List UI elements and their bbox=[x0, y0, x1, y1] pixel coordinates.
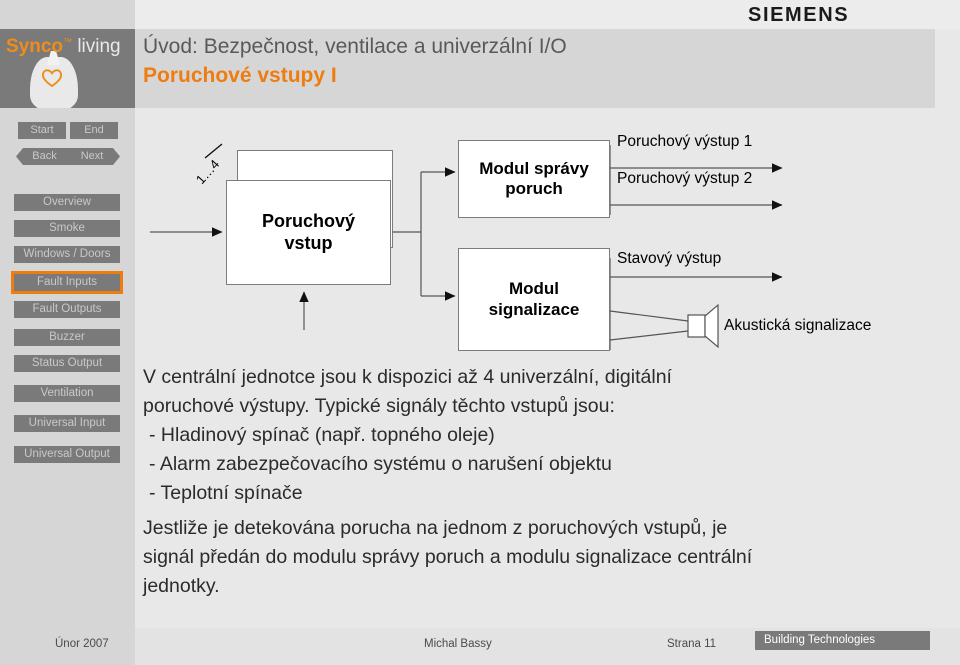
speaker-icon bbox=[687, 303, 719, 349]
siemens-logo: SIEMENS bbox=[748, 4, 850, 26]
footer-page-number: Strana 11 bbox=[667, 638, 717, 650]
sidebar-item-overview[interactable]: Overview bbox=[14, 194, 120, 211]
slide-root: SIEMENS Úvod: Bezpečnost, ventilace a un… bbox=[0, 0, 960, 665]
heart-icon bbox=[41, 69, 63, 88]
sidebar-item-universal-input[interactable]: Universal Input bbox=[14, 415, 120, 432]
living-text: living bbox=[77, 36, 121, 57]
body-p2-line2: signál předán do modulu správy poruch a … bbox=[143, 546, 753, 568]
header-texts: Úvod: Bezpečnost, ventilace a univerzáln… bbox=[143, 33, 923, 91]
nav-end-button[interactable]: End bbox=[70, 122, 118, 139]
sidebar-item-smoke[interactable]: Smoke bbox=[14, 220, 120, 237]
body-p2-line3: jednotky. bbox=[143, 575, 220, 597]
fault-management-module-block: Modul správy poruch bbox=[458, 140, 610, 218]
sidebar-item-windows-doors[interactable]: Windows / Doors bbox=[14, 246, 120, 263]
body-p1-line1: V centrální jednotce jsou k dispozici až… bbox=[143, 366, 672, 388]
synco-living-wordmark: Synco™ living bbox=[6, 36, 121, 58]
status-output-label: Stavový výstup bbox=[617, 250, 722, 267]
nav-start-button[interactable]: Start bbox=[18, 122, 66, 139]
signalling-module-label: Modul signalizace bbox=[488, 279, 580, 319]
body-p1-line2: poruchové výstupy. Typické signály těcht… bbox=[143, 395, 615, 417]
input-block-stack-back bbox=[237, 150, 393, 248]
body-bullet-1: - Hladinový spínač (např. topného oleje) bbox=[149, 424, 495, 446]
nav-back-button[interactable]: Back bbox=[16, 148, 68, 165]
fault-output-2-label: Poruchový výstup 2 bbox=[617, 170, 753, 187]
input-multiplicity-label: 1…4 bbox=[192, 156, 223, 187]
sidebar-item-status-output[interactable]: Status Output bbox=[14, 355, 120, 372]
sidebar-item-ventilation[interactable]: Ventilation bbox=[14, 385, 120, 402]
sidebar: Synco™ living Start End Back Next Overvi… bbox=[0, 0, 135, 628]
acoustic-signal-label: Akustická signalizace bbox=[724, 317, 872, 334]
nav-next-button[interactable]: Next bbox=[68, 148, 120, 165]
sidebar-item-fault-outputs[interactable]: Fault Outputs bbox=[14, 301, 120, 318]
body-bullet-2: - Alarm zabezpečovacího systému o naruše… bbox=[149, 453, 612, 475]
fault-output-1-label: Poruchový výstup 1 bbox=[617, 133, 753, 150]
building-technologies-badge: Building Technologies bbox=[755, 631, 930, 650]
synco-living-logo: Synco™ living bbox=[0, 29, 135, 108]
input-block: Poruchový vstup bbox=[226, 180, 391, 285]
footer-author: Michal Bassy bbox=[424, 638, 492, 650]
sidebar-item-fault-inputs[interactable]: Fault Inputs bbox=[11, 271, 123, 294]
body-bullet-3: - Teplotní spínače bbox=[149, 482, 303, 504]
page-subtitle: Poruchové vstupy I bbox=[143, 64, 337, 87]
footer-date: Únor 2007 bbox=[55, 638, 109, 650]
page-title: Úvod: Bezpečnost, ventilace a univerzáln… bbox=[143, 35, 567, 58]
trademark-icon: ™ bbox=[63, 36, 73, 47]
body-text: V centrální jednotce jsou k dispozici až… bbox=[143, 363, 933, 601]
body-p2-line1: Jestliže je detekována porucha na jednom… bbox=[143, 517, 728, 539]
input-block-label: Poruchový vstup bbox=[261, 211, 356, 253]
sidebar-item-universal-output[interactable]: Universal Output bbox=[14, 446, 120, 463]
synco-text: Synco bbox=[6, 36, 64, 57]
fault-management-module-label: Modul správy poruch bbox=[479, 158, 589, 198]
signalling-module-block: Modul signalizace bbox=[458, 248, 610, 351]
sidebar-item-buzzer[interactable]: Buzzer bbox=[14, 329, 120, 346]
